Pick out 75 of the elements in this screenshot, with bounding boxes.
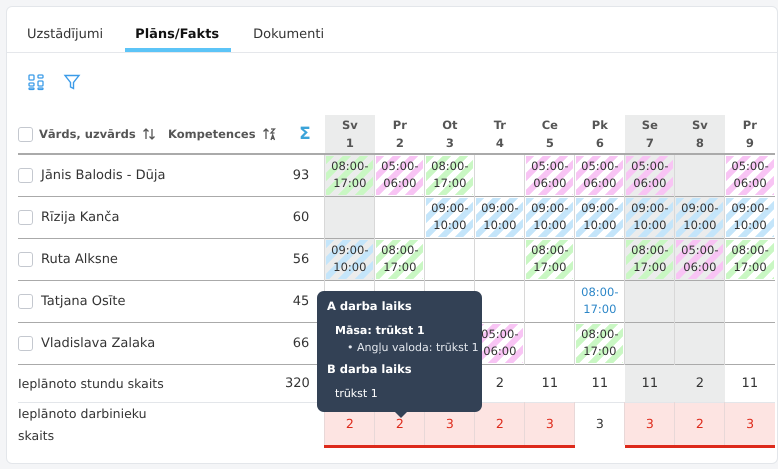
shift-block[interactable]: 05:00-06:00 (626, 156, 674, 194)
shift-block[interactable]: 08:00-17:00 (376, 240, 424, 278)
column-header: Kompetences (168, 127, 256, 141)
filter-icon[interactable] (63, 73, 81, 91)
shift-time[interactable]: 08:00-17:00 (576, 282, 624, 320)
shift-block[interactable]: 05:00-06:00 (526, 156, 574, 194)
shift-block[interactable]: 08:00-17:00 (526, 240, 574, 278)
column-header: Vārds, uzvārds (39, 127, 136, 141)
checkbox[interactable] (18, 210, 33, 224)
layout-icon[interactable] (27, 73, 45, 91)
hours-count: 11 (592, 376, 608, 390)
tooltip-title: A darba laiks (326, 299, 413, 313)
staff-count: 3 (624, 402, 675, 446)
hours-total: 320 (285, 376, 310, 390)
day-header: Sv 8 (674, 115, 725, 154)
employee-name: Tatjana Osīte (41, 294, 126, 308)
checkbox[interactable] (18, 294, 33, 308)
day-header: Pk 6 (574, 115, 625, 154)
tab[interactable]: Uzstādījumi (7, 19, 126, 52)
shift-block[interactable]: 08:00-17:00 (576, 324, 624, 362)
shift-block[interactable]: 09:00-10:00 (726, 198, 774, 236)
day-header: Tr 4 (474, 115, 525, 154)
hours-count: 11 (642, 376, 658, 390)
shift-block[interactable]: 08:00-17:00 (426, 156, 474, 194)
shift-block[interactable]: 05:00-06:00 (726, 156, 774, 194)
shift-block[interactable]: 05:00-06:00 (576, 156, 624, 194)
staff-count: 3 (524, 402, 575, 446)
shift-block[interactable]: 09:00-10:00 (526, 198, 574, 236)
shift-block[interactable]: 09:00-10:00 (326, 240, 374, 278)
hours-total: 56 (292, 252, 310, 266)
tab[interactable]: Plāns/Fakts (125, 19, 232, 52)
checkbox[interactable] (18, 336, 33, 350)
hours-count: 11 (742, 376, 758, 390)
shift-block[interactable]: 09:00-10:00 (476, 198, 524, 236)
checkbox[interactable] (18, 252, 33, 266)
shift-block[interactable]: 09:00-10:00 (426, 198, 474, 236)
hours-count: 11 (542, 376, 558, 390)
tab[interactable]: Dokumenti (231, 19, 336, 52)
day-header: Se 7 (624, 115, 675, 154)
tooltip-line: Māsa: trūkst 1 (334, 323, 426, 339)
staff-count: 3 (724, 402, 775, 446)
employee-name: Jānis Balodis - Dūja (41, 168, 166, 183)
hours-count: 2 (696, 376, 704, 390)
shift-block[interactable]: 05:00-06:00 (376, 156, 424, 194)
day-header: Ot 3 (424, 115, 475, 154)
day-header: Pr 9 (724, 115, 775, 154)
day-header: Sv 1 (324, 115, 375, 154)
row-label: Ieplānoto stundu skaits (18, 376, 164, 390)
hours-count: 2 (496, 376, 504, 390)
employee-name: Ruta Alksne (41, 252, 118, 266)
sort-alpha-icon[interactable] (262, 127, 276, 141)
tooltip-line: trūkst 1 (334, 386, 379, 402)
day-header: Ce 5 (524, 115, 575, 154)
shift-block[interactable]: 08:00-17:00 (726, 240, 774, 278)
employee-name: Rīzija Kanča (41, 210, 120, 224)
hours-total: 45 (292, 294, 310, 308)
shift-block[interactable]: 09:00-10:00 (576, 198, 624, 236)
hours-total: 60 (292, 210, 310, 224)
shift-block[interactable]: 09:00-10:00 (626, 198, 674, 236)
staff-count: 2 (474, 402, 525, 446)
shift-block[interactable]: 08:00-17:00 (326, 156, 374, 194)
hours-total: 93 (292, 168, 310, 183)
shift-block[interactable]: 09:00-10:00 (676, 198, 724, 236)
sort-icon[interactable] (142, 127, 156, 141)
checkbox[interactable] (18, 126, 33, 142)
sum-symbol: Σ (298, 124, 312, 144)
day-header: Pr 2 (374, 115, 425, 154)
checkbox[interactable] (18, 168, 33, 183)
hours-total: 66 (292, 336, 310, 350)
shift-block[interactable]: 05:00-06:00 (676, 240, 724, 278)
shift-block[interactable]: 08:00-17:00 (626, 240, 674, 278)
employee-name: Vladislava Zalaka (41, 336, 156, 350)
row-label: Ieplānoto darbinieku skaits (18, 404, 148, 444)
tooltip-title: B darba laiks (326, 362, 413, 376)
staff-count: 2 (674, 402, 725, 446)
